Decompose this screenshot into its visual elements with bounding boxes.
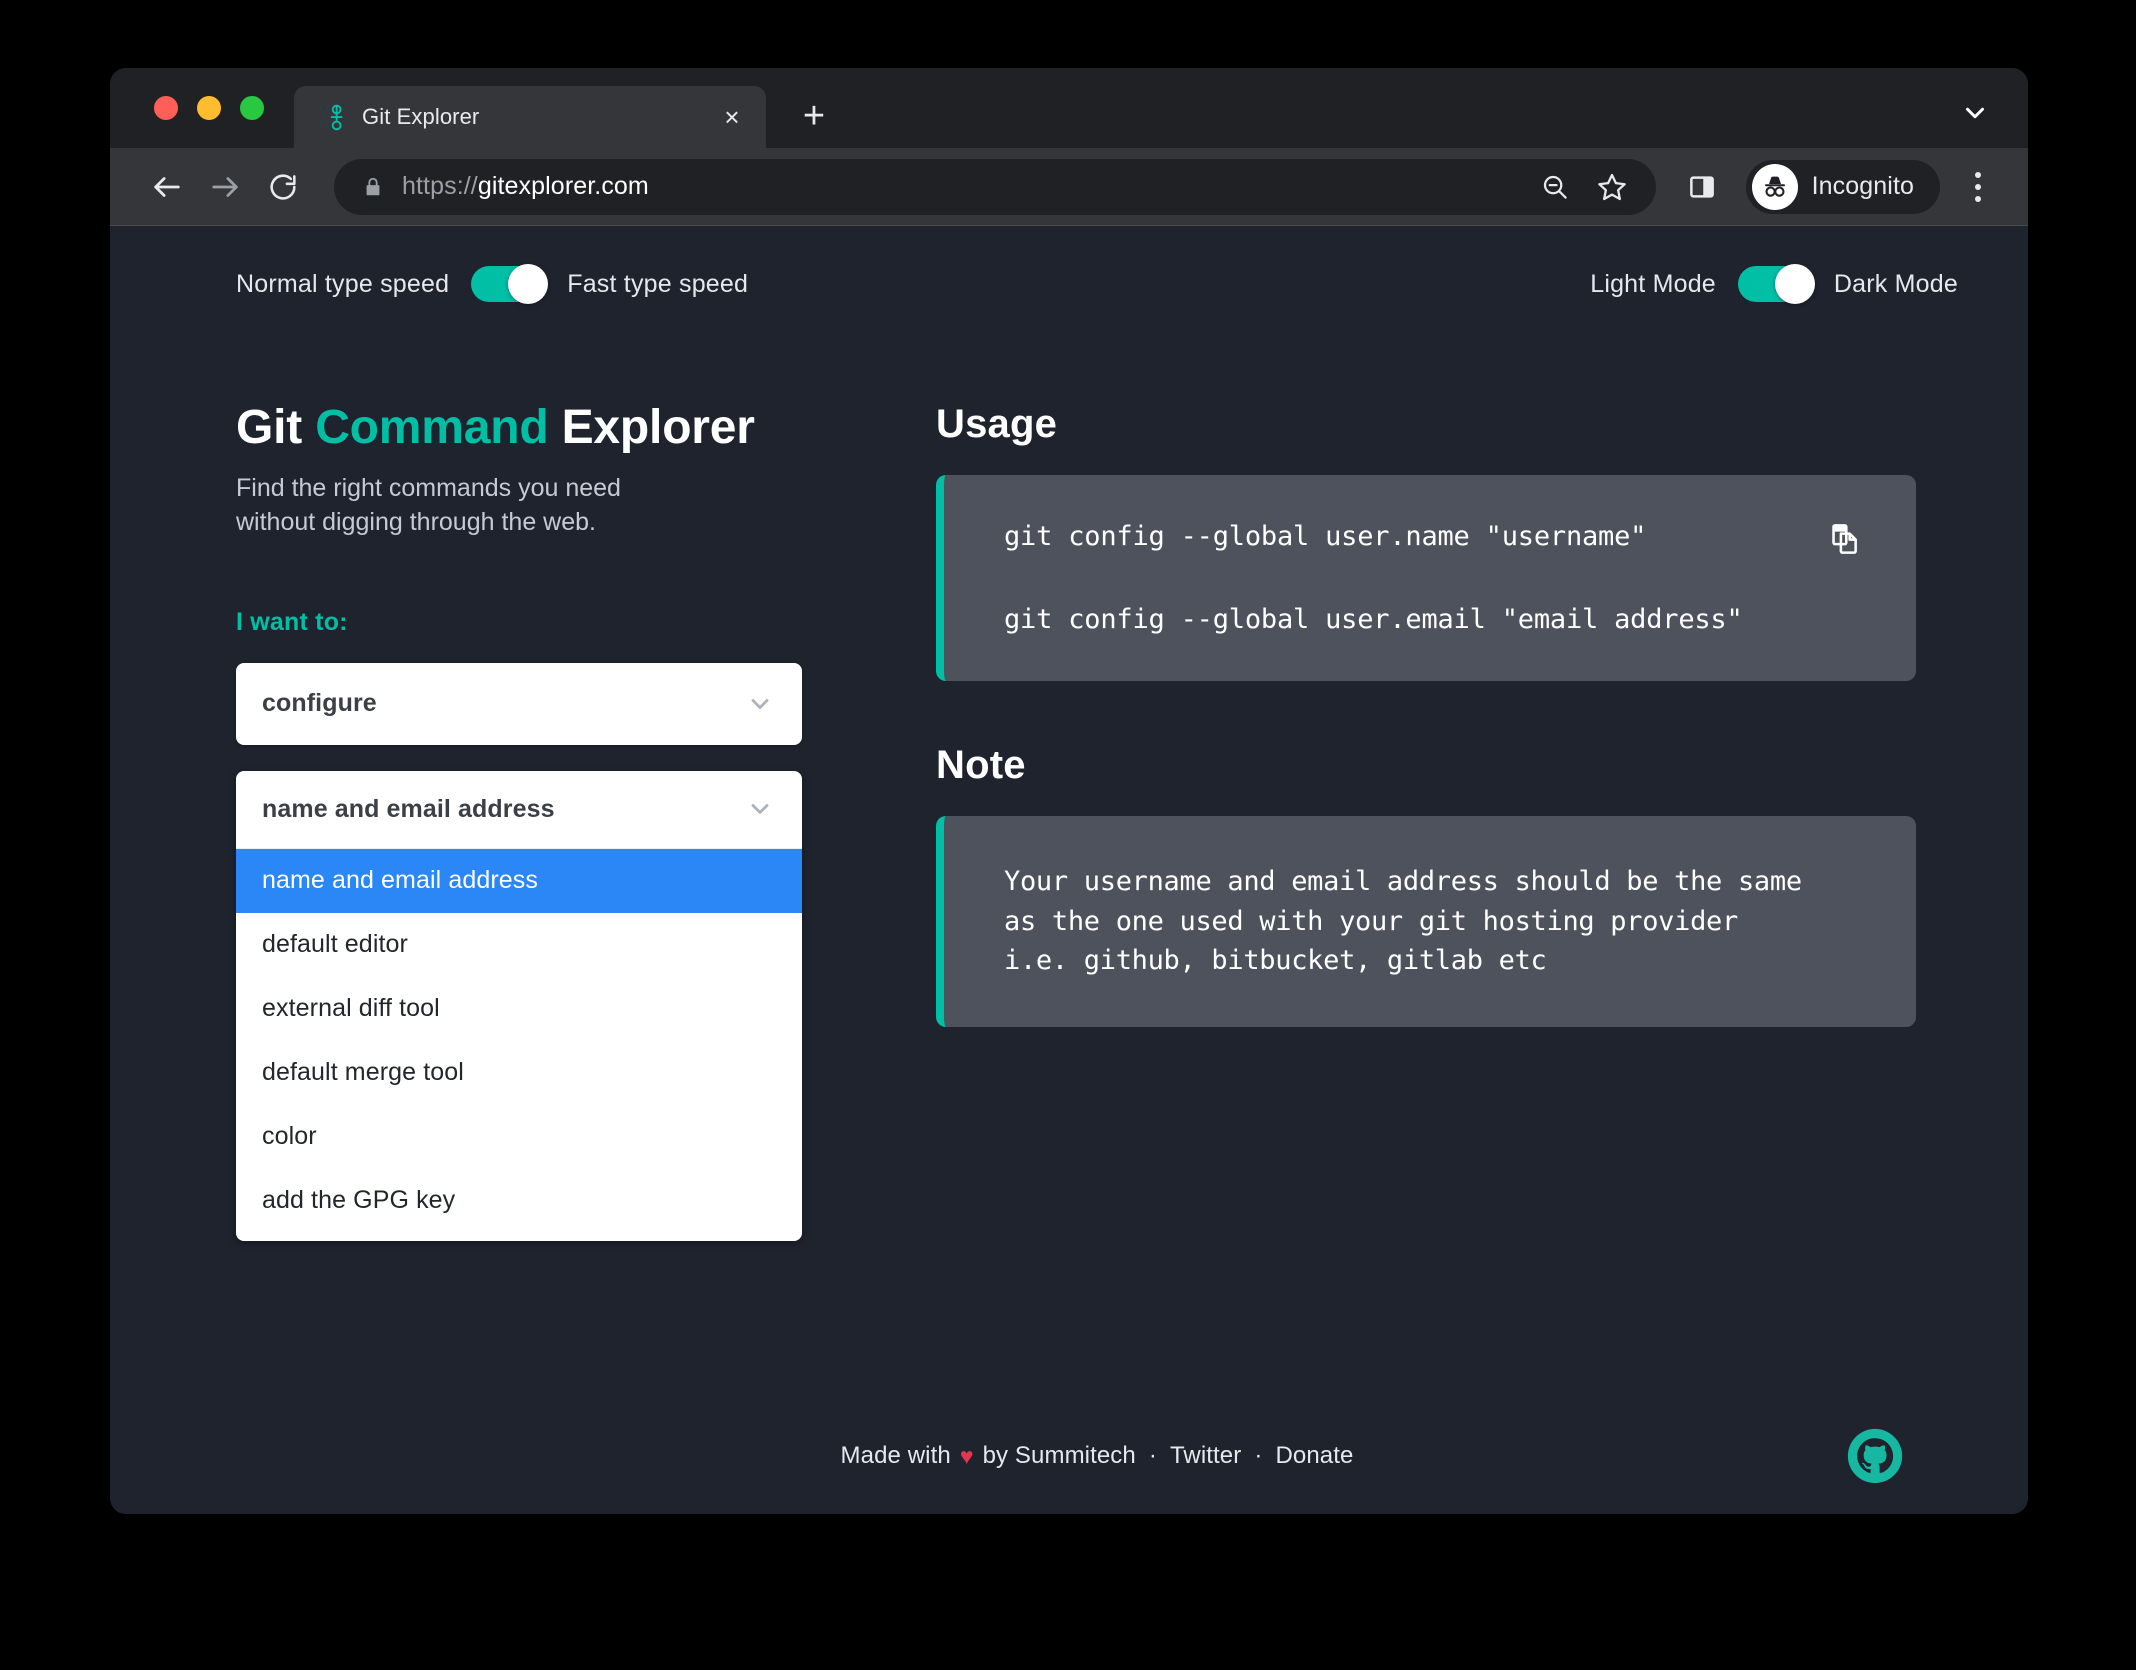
window-controls — [138, 68, 276, 148]
url-scheme: https:// — [402, 172, 478, 200]
note-line: as the one used with your git hosting pr… — [1004, 902, 1856, 942]
subtitle-line-2: without digging through the web. — [236, 508, 596, 536]
address-bar[interactable]: https://gitexplorer.com — [334, 159, 1656, 215]
usage-command-line: git config --global user.name "username" — [1004, 521, 1856, 552]
usage-command-line: git config --global user.email "email ad… — [1004, 604, 1856, 635]
select-option[interactable]: external diff tool — [236, 977, 802, 1041]
close-window-button[interactable] — [154, 96, 178, 120]
close-tab-button[interactable]: × — [718, 103, 746, 131]
footer-separator: · — [1254, 1442, 1262, 1470]
omnibox-icons — [1540, 171, 1636, 203]
note-section: Note Your username and email address sho… — [936, 743, 1916, 1027]
target-select-trigger[interactable]: name and email address — [236, 771, 802, 849]
select-option[interactable]: name and email address — [236, 849, 802, 913]
usage-section: Usage git config --global user.name "use… — [936, 402, 1916, 681]
settings-toggle-bar: Normal type speed Fast type speed Light … — [110, 226, 2028, 302]
footer-made-with: Made with — [841, 1442, 951, 1470]
theme-right-label: Dark Mode — [1834, 270, 1958, 299]
footer-link-donate[interactable]: Donate — [1275, 1442, 1353, 1470]
chevron-down-icon — [746, 690, 774, 718]
incognito-icon — [1752, 164, 1798, 210]
new-tab-button[interactable]: + — [788, 90, 840, 142]
url-host: gitexplorer.com — [478, 172, 649, 200]
chevron-down-icon — [746, 795, 774, 823]
side-panel-icon[interactable] — [1676, 161, 1728, 213]
github-icon[interactable] — [1844, 1425, 1906, 1487]
profile-chip[interactable]: Incognito — [1746, 160, 1940, 214]
star-icon[interactable] — [1596, 171, 1628, 203]
footer-link-twitter[interactable]: Twitter — [1170, 1442, 1241, 1470]
type-speed-right-label: Fast type speed — [567, 270, 748, 299]
reload-icon[interactable] — [254, 158, 312, 216]
usage-heading: Usage — [936, 402, 1916, 447]
lock-icon — [362, 176, 384, 198]
browser-window: Git Explorer × + — [110, 68, 2028, 1514]
toolbar-right-actions: Incognito — [1676, 160, 2002, 214]
note-panel: Your username and email address should b… — [936, 816, 1916, 1027]
profile-label: Incognito — [1812, 172, 1914, 201]
footer-by: by Summitech — [983, 1442, 1136, 1470]
i-want-to-label: I want to: — [236, 608, 856, 637]
chevron-down-icon[interactable] — [1958, 96, 1992, 130]
select-option[interactable]: add the GPG key — [236, 1169, 802, 1233]
type-speed-switch[interactable] — [471, 266, 545, 302]
footer-inner: Made with ♥ by Summitech · Twitter · Don… — [236, 1442, 1958, 1470]
footer: Made with ♥ by Summitech · Twitter · Don… — [110, 1442, 2028, 1470]
page-subtitle: Find the right commands you need without… — [236, 471, 856, 540]
note-line: i.e. github, bitbucket, gitlab etc — [1004, 941, 1856, 981]
heart-icon: ♥ — [960, 1443, 974, 1470]
type-speed-left-label: Normal type speed — [236, 270, 449, 299]
theme-switch[interactable] — [1738, 266, 1812, 302]
right-panel: Usage git config --global user.name "use… — [936, 402, 1916, 1241]
back-arrow-icon[interactable] — [138, 158, 196, 216]
url-text: https://gitexplorer.com — [402, 172, 1522, 201]
main-content: Git Command Explorer Find the right comm… — [110, 302, 2028, 1241]
title-accent: Command — [315, 401, 548, 454]
forward-arrow-icon[interactable] — [196, 158, 254, 216]
action-select-value: configure — [262, 689, 377, 718]
target-select-options: name and email address default editor ex… — [236, 849, 802, 1241]
select-option[interactable]: color — [236, 1105, 802, 1169]
theme-left-label: Light Mode — [1590, 270, 1716, 299]
copy-icon[interactable] — [1826, 519, 1866, 559]
select-option[interactable]: default merge tool — [236, 1041, 802, 1105]
note-line: Your username and email address should b… — [1004, 862, 1856, 902]
target-select-open: name and email address name and email ad… — [236, 771, 802, 1241]
footer-separator: · — [1149, 1442, 1157, 1470]
subtitle-line-1: Find the right commands you need — [236, 474, 621, 502]
action-select[interactable]: configure — [236, 663, 802, 745]
browser-tab[interactable]: Git Explorer × — [294, 86, 766, 148]
git-explorer-favicon-icon — [316, 102, 346, 132]
maximize-window-button[interactable] — [240, 96, 264, 120]
left-panel: Git Command Explorer Find the right comm… — [236, 402, 856, 1241]
title-part-2: Explorer — [548, 401, 754, 454]
switch-knob — [508, 264, 548, 304]
page-title: Git Command Explorer — [236, 402, 856, 455]
note-heading: Note — [936, 743, 1916, 788]
usage-panel: git config --global user.name "username"… — [936, 475, 1916, 681]
page-content: Normal type speed Fast type speed Light … — [110, 226, 2028, 1514]
switch-knob — [1775, 264, 1815, 304]
type-speed-toggle-group: Normal type speed Fast type speed — [236, 266, 748, 302]
tab-strip: Git Explorer × + — [110, 68, 2028, 148]
kebab-menu-icon[interactable] — [1954, 161, 2002, 213]
zoom-out-icon[interactable] — [1540, 172, 1570, 202]
target-select-value: name and email address — [262, 795, 555, 824]
title-part-1: Git — [236, 401, 315, 454]
browser-toolbar: https://gitexplorer.com — [110, 148, 2028, 226]
tab-title: Git Explorer — [362, 104, 702, 130]
select-option[interactable]: default editor — [236, 913, 802, 977]
minimize-window-button[interactable] — [197, 96, 221, 120]
theme-toggle-group: Light Mode Dark Mode — [1590, 266, 1958, 302]
footer-credits: Made with ♥ by Summitech · Twitter · Don… — [841, 1442, 1354, 1470]
